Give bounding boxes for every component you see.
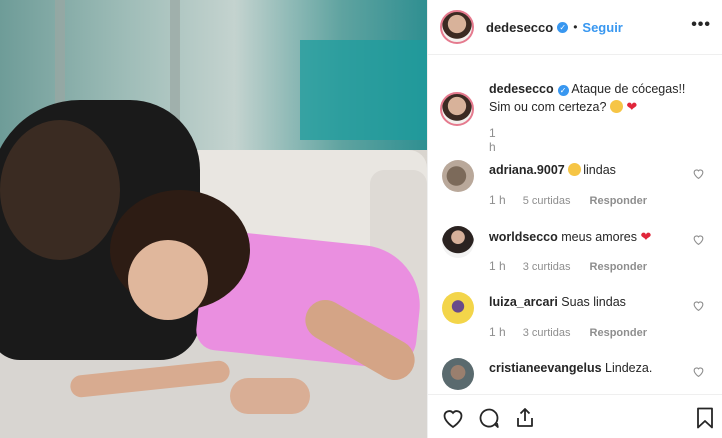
comment-meta: 1 h 5 curtidas Responder <box>489 193 663 207</box>
heart-icon[interactable] <box>441 406 465 430</box>
separator-dot: • <box>573 20 578 34</box>
comment-message: lindas <box>583 163 616 177</box>
caption-avatar[interactable] <box>440 92 474 126</box>
adult-hair <box>0 120 120 260</box>
author-username[interactable]: dedesecco <box>486 20 553 35</box>
caption-time[interactable]: 1 h <box>489 126 496 154</box>
comments-list[interactable]: dedesecco ✓ Ataque de cócegas!! Sim ou co… <box>428 56 722 394</box>
follow-button[interactable]: Seguir <box>582 20 622 35</box>
caption-line2: Sim ou com certeza? <box>489 100 607 114</box>
comment-time[interactable]: 1 h <box>489 193 506 207</box>
caption-username[interactable]: dedesecco <box>489 82 554 96</box>
comment-time[interactable]: 1 h <box>489 259 506 273</box>
commenter-avatar[interactable] <box>442 292 474 324</box>
comment-item: adriana.9007 lindas 1 h 5 curtidas Respo… <box>440 160 722 222</box>
comment-message: Suas lindas <box>561 295 626 309</box>
comment-item: luiza_arcari Suas lindas 1 h 3 curtidas … <box>440 292 722 354</box>
commenter-username[interactable]: cristianeevangelus <box>489 361 602 375</box>
comment-text: worldsecco meus amores ❤ <box>489 229 651 245</box>
comment-like-heart-icon[interactable] <box>692 365 705 378</box>
comment-likes[interactable]: 5 curtidas <box>523 195 571 207</box>
reply-button[interactable]: Responder <box>590 327 647 339</box>
commenter-avatar[interactable] <box>442 358 474 390</box>
commenter-avatar[interactable] <box>442 226 474 258</box>
post-header: dedesecco ✓ • Seguir ••• <box>428 0 722 55</box>
comment-text: luiza_arcari Suas lindas <box>489 295 626 309</box>
comment-time[interactable]: 1 h <box>489 325 506 339</box>
comment-text: cristianeevangelus Lindeza. <box>489 361 652 375</box>
author-avatar[interactable] <box>440 10 474 44</box>
commenter-avatar[interactable] <box>442 160 474 192</box>
post-side-panel: dedesecco ✓ • Seguir ••• dedesecco ✓ Ataq… <box>427 0 722 438</box>
red-heart-emoji-icon: ❤ <box>640 229 652 244</box>
comment-like-heart-icon[interactable] <box>692 233 705 246</box>
comment-text: adriana.9007 lindas <box>489 163 616 177</box>
post-actions-bar <box>428 394 722 438</box>
comment-message: Lindeza. <box>605 361 653 375</box>
comment-meta: 1 h 3 curtidas Responder <box>489 259 663 273</box>
verified-badge-icon: ✓ <box>557 85 569 96</box>
pool-background <box>300 40 427 140</box>
comment-item: cristianeevangelus Lindeza. <box>440 358 722 394</box>
comment-item: worldsecco meus amores ❤ 1 h 3 curtidas … <box>440 226 722 288</box>
bookmark-icon[interactable] <box>693 406 717 430</box>
child-foot <box>230 378 310 414</box>
child-face <box>128 240 208 320</box>
share-icon[interactable] <box>513 406 537 430</box>
comment-likes[interactable]: 3 curtidas <box>523 261 571 273</box>
more-options-icon[interactable]: ••• <box>691 16 711 34</box>
comment-meta: 1 h 3 curtidas Responder <box>489 325 663 339</box>
comment-like-heart-icon[interactable] <box>692 299 705 312</box>
red-heart-emoji-icon: ❤ <box>626 99 638 114</box>
yum-emoji-icon <box>568 163 582 176</box>
caption-line1: Ataque de cócegas!! <box>571 82 686 96</box>
reply-button[interactable]: Responder <box>590 195 647 207</box>
verified-badge-icon: ✓ <box>557 21 569 33</box>
commenter-username[interactable]: adriana.9007 <box>489 163 565 177</box>
commenter-username[interactable]: worldsecco <box>489 230 558 244</box>
caption-text: dedesecco ✓ Ataque de cócegas!! Sim ou co… <box>489 80 714 116</box>
commenter-username[interactable]: luiza_arcari <box>489 295 558 309</box>
comment-icon[interactable] <box>477 406 501 430</box>
laughing-emoji-icon <box>609 100 623 113</box>
comment-likes[interactable]: 3 curtidas <box>523 327 571 339</box>
comment-like-heart-icon[interactable] <box>692 167 705 180</box>
post-photo[interactable] <box>0 0 427 438</box>
comment-message: meus amores <box>561 230 637 244</box>
reply-button[interactable]: Responder <box>590 261 647 273</box>
